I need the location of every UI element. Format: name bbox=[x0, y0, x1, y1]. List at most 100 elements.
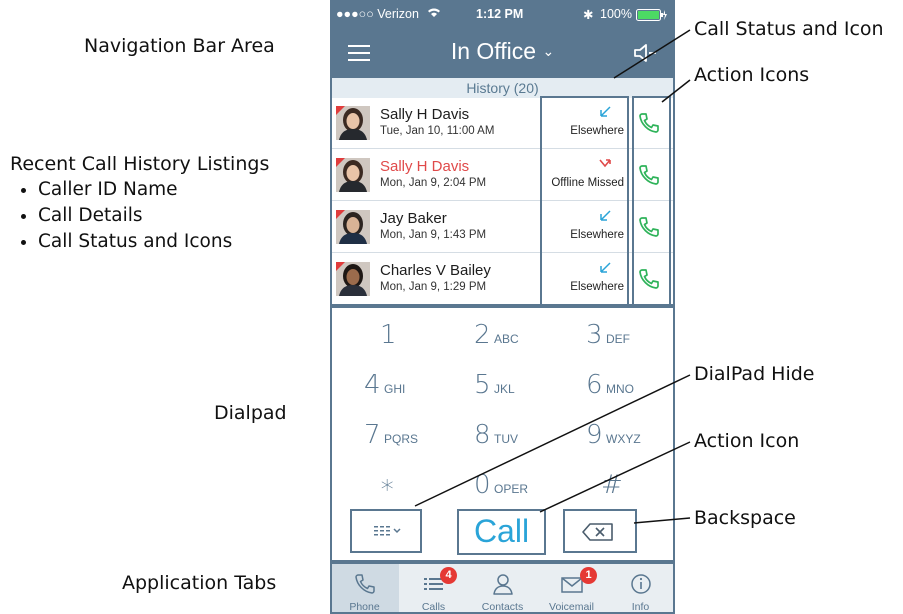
key-letters: GHI bbox=[384, 382, 406, 396]
key-letters: DEF bbox=[606, 332, 630, 346]
label-action-icon: Action Icon bbox=[694, 430, 800, 452]
tab-voicemail[interactable]: 1 Voicemail bbox=[537, 563, 606, 614]
caller-name: Charles V Bailey bbox=[380, 262, 491, 279]
caller-name: Sally H Davis bbox=[380, 106, 470, 123]
tab-phone[interactable]: Phone bbox=[330, 563, 399, 614]
dialpad-key[interactable]: 2 ABC bbox=[464, 316, 564, 360]
tab-info[interactable]: Info bbox=[606, 563, 675, 614]
call-label: Call bbox=[473, 513, 530, 549]
avatar bbox=[336, 262, 370, 296]
history-header: History (20) bbox=[330, 78, 675, 98]
presence-selector[interactable]: In Office ⌄ bbox=[330, 38, 675, 65]
call-status: Elsewhere bbox=[570, 125, 624, 137]
battery-icon bbox=[636, 9, 668, 24]
label-dialpad-hide: DialPad Hide bbox=[694, 363, 815, 385]
incoming-call-arrow-icon bbox=[598, 260, 612, 274]
navigation-bar: In Office ⌄ bbox=[330, 28, 675, 78]
tab-contacts[interactable]: Contacts bbox=[468, 563, 537, 614]
tab-label: Voicemail bbox=[549, 601, 594, 613]
call-status: Elsewhere bbox=[570, 281, 624, 293]
call-detail: Tue, Jan 10, 11:00 AM bbox=[380, 125, 495, 137]
dialpad-key[interactable]: 0 OPER bbox=[464, 466, 564, 510]
caller-name: Sally H Davis bbox=[380, 158, 470, 175]
key-digit: 4 bbox=[364, 370, 381, 400]
dialpad-key[interactable]: 7 PQRS bbox=[354, 416, 454, 460]
info-icon bbox=[631, 574, 651, 594]
call-back-phone-icon[interactable] bbox=[636, 162, 662, 188]
bluetooth-icon: ✱ bbox=[583, 8, 594, 22]
key-letters: TUV bbox=[494, 432, 518, 446]
wifi-icon bbox=[426, 5, 442, 22]
call-detail: Mon, Jan 9, 2:04 PM bbox=[380, 177, 487, 189]
phone-screen: ●●●○○ Verizon 1:12 PM ✱ 100% In Office ⌄… bbox=[330, 0, 675, 614]
backspace-icon bbox=[582, 523, 613, 541]
call-back-phone-icon[interactable] bbox=[636, 266, 662, 292]
label-dialpad: Dialpad bbox=[214, 402, 287, 424]
key-digit: 3 bbox=[586, 320, 603, 350]
key-digit: 8 bbox=[474, 420, 491, 450]
key-letters: PQRS bbox=[384, 432, 419, 446]
dialpad-key[interactable]: 4 GHI bbox=[354, 366, 454, 410]
bullet-call-status-icons: Call Status and Icons bbox=[38, 229, 269, 255]
key-digit: ∗ bbox=[379, 470, 396, 500]
label-action-icons: Action Icons bbox=[694, 64, 810, 86]
label-navigation-bar-area: Navigation Bar Area bbox=[84, 35, 275, 57]
call-history-row[interactable]: Sally H Davis Mon, Jan 9, 2:04 PM Offline … bbox=[330, 150, 675, 201]
voicemail-badge: 1 bbox=[580, 567, 597, 584]
incoming-call-arrow-icon bbox=[598, 104, 612, 118]
backspace-button[interactable] bbox=[563, 509, 637, 553]
dialpad-grid-icon bbox=[374, 526, 401, 536]
key-digit: 7 bbox=[364, 420, 381, 450]
dialpad: 1 2 ABC 3 DEF 4 GHI 5 JKL 6 MNO 7 PQRS 8 TUV 9 WXYZ ∗ 0 OPE… bbox=[330, 306, 675, 562]
tab-label: Phone bbox=[349, 601, 380, 613]
avatar bbox=[336, 158, 370, 192]
key-digit: 5 bbox=[474, 370, 491, 400]
calls-badge: 4 bbox=[440, 567, 457, 584]
application-tab-bar: Phone 4 Calls Contacts 1 Voicemail Info bbox=[330, 562, 675, 614]
phone-icon bbox=[355, 574, 375, 594]
label-application-tabs: Application Tabs bbox=[122, 572, 277, 594]
call-history-row[interactable]: Sally H Davis Tue, Jan 10, 11:00 AM Elsewh… bbox=[330, 98, 675, 149]
call-history-row[interactable]: Charles V Bailey Mon, Jan 9, 1:29 PM Elsew… bbox=[330, 254, 675, 305]
avatar bbox=[336, 210, 370, 244]
key-letters: OPER bbox=[494, 482, 529, 496]
presence-title: In Office bbox=[450, 38, 537, 64]
caller-name: Jay Baker bbox=[380, 210, 447, 227]
chevron-down-icon: ⌄ bbox=[542, 43, 555, 59]
dialpad-key[interactable]: # bbox=[576, 466, 675, 510]
key-digit: 6 bbox=[586, 370, 603, 400]
tab-calls[interactable]: 4 Calls bbox=[399, 563, 468, 614]
call-history-row[interactable]: Jay Baker Mon, Jan 9, 1:43 PM Elsewhere bbox=[330, 202, 675, 253]
avatar bbox=[336, 106, 370, 140]
key-letters: JKL bbox=[494, 382, 515, 396]
key-letters: MNO bbox=[606, 382, 634, 396]
dialpad-key[interactable]: 3 DEF bbox=[576, 316, 675, 360]
dialpad-key[interactable]: ∗ bbox=[354, 466, 454, 510]
dialpad-key[interactable]: 1 bbox=[354, 316, 454, 360]
label-call-status-and-icon: Call Status and Icon bbox=[694, 18, 884, 40]
dialpad-hide-button[interactable] bbox=[350, 509, 422, 553]
contact-icon bbox=[493, 574, 513, 595]
dialpad-key[interactable]: 9 WXYZ bbox=[576, 416, 675, 460]
key-letters: ABC bbox=[494, 332, 519, 346]
key-digit: 1 bbox=[380, 320, 397, 350]
missed-call-arrow-icon bbox=[598, 156, 612, 170]
key-digit: 2 bbox=[474, 320, 491, 350]
call-back-phone-icon[interactable] bbox=[636, 214, 662, 240]
key-digit: 0 bbox=[474, 470, 491, 500]
call-back-phone-icon[interactable] bbox=[636, 110, 662, 136]
incoming-call-arrow-icon bbox=[598, 208, 612, 222]
dialpad-key[interactable]: 8 TUV bbox=[464, 416, 564, 460]
speaker-icon[interactable] bbox=[632, 42, 658, 64]
tab-label: Contacts bbox=[481, 601, 524, 613]
call-detail: Mon, Jan 9, 1:43 PM bbox=[380, 229, 487, 241]
dialpad-key[interactable]: 6 MNO bbox=[576, 366, 675, 410]
bullet-call-details: Call Details bbox=[38, 203, 269, 229]
dialpad-key[interactable]: 5 JKL bbox=[464, 366, 564, 410]
call-button[interactable]: Call bbox=[457, 509, 546, 555]
time-text: 1:12 PM bbox=[476, 7, 524, 21]
key-digit: 9 bbox=[586, 420, 603, 450]
status-bar: ●●●○○ Verizon 1:12 PM ✱ 100% bbox=[330, 0, 675, 28]
bullet-caller-id-name: Caller ID Name bbox=[38, 177, 269, 203]
tab-label: Calls bbox=[421, 601, 446, 613]
